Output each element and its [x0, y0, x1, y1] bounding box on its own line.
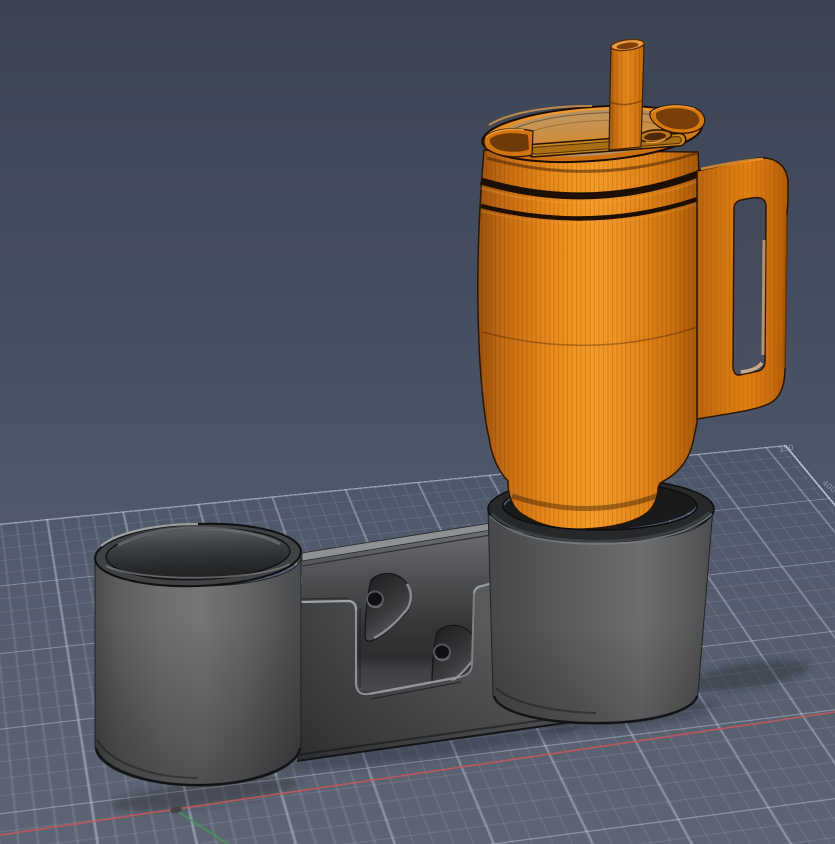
- cad-viewport[interactable]: 350 400: [0, 0, 835, 844]
- y-axis: [174, 809, 228, 844]
- left-cup-holder: [94, 520, 302, 786]
- tumbler-handle: [697, 158, 788, 419]
- tumbler-model[interactable]: [478, 38, 788, 529]
- scene-canvas: [0, 0, 835, 844]
- straw: [609, 38, 645, 150]
